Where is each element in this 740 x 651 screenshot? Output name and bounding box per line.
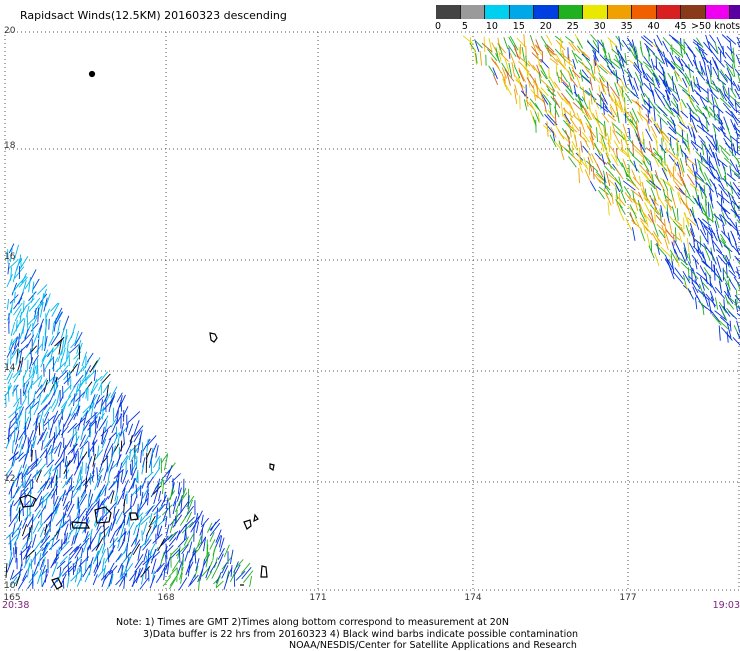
scale-swatch — [485, 5, 510, 19]
lon-label-177: 177 — [619, 593, 636, 603]
scale-swatch — [559, 5, 584, 19]
wind-barbs-east-swath — [463, 34, 740, 348]
scale-label: 10 — [486, 21, 498, 32]
scale-label: 25 — [567, 21, 579, 32]
note-line-3: NOAA/NESDIS/Center for Satellite Applica… — [289, 640, 577, 651]
start-time: 20:38 — [2, 600, 29, 611]
scale-swatch — [534, 5, 559, 19]
scale-swatch — [583, 5, 608, 19]
map-title: Rapidsact Winds(12.5KM) 20160323 descend… — [20, 9, 287, 22]
map-frame — [5, 32, 739, 590]
scale-swatch — [730, 5, 740, 19]
scale-swatch — [608, 5, 633, 19]
lon-label-168: 168 — [157, 593, 174, 603]
lat-label-16: 16 — [4, 252, 15, 262]
scale-label: 45 — [675, 21, 687, 32]
scale-label: 15 — [513, 21, 525, 32]
scale-label: 40 — [648, 21, 660, 32]
lon-label-174: 174 — [464, 593, 481, 603]
scale-swatch — [706, 5, 731, 19]
note-line-2: 3)Data buffer is 22 hrs from 20160323 4)… — [143, 629, 578, 640]
scale-label: 20 — [540, 21, 552, 32]
scale-label: >50 knots — [691, 21, 740, 32]
lat-label-18: 18 — [4, 141, 15, 151]
scale-label: 5 — [462, 21, 468, 32]
end-time: 19:03 — [713, 600, 740, 611]
lat-label-10: 10 — [4, 581, 15, 591]
scale-label: 0 — [435, 21, 441, 32]
wind-barbs-west-swath — [6, 244, 253, 590]
note-line-1: Note: 1) Times are GMT 2)Times along bot… — [116, 617, 509, 628]
lat-label-20: 20 — [4, 26, 15, 36]
scale-swatch — [510, 5, 535, 19]
scale-swatch — [436, 5, 461, 19]
scale-label: 35 — [621, 21, 633, 32]
scale-swatch — [461, 5, 486, 19]
scale-label: 30 — [594, 21, 606, 32]
scale-swatch — [681, 5, 706, 19]
lon-label-171: 171 — [309, 593, 326, 603]
lat-label-12: 12 — [4, 474, 15, 484]
lat-label-14: 14 — [4, 363, 15, 373]
scale-swatch — [657, 5, 682, 19]
scale-swatch — [632, 5, 657, 19]
wind-map — [0, 0, 740, 650]
